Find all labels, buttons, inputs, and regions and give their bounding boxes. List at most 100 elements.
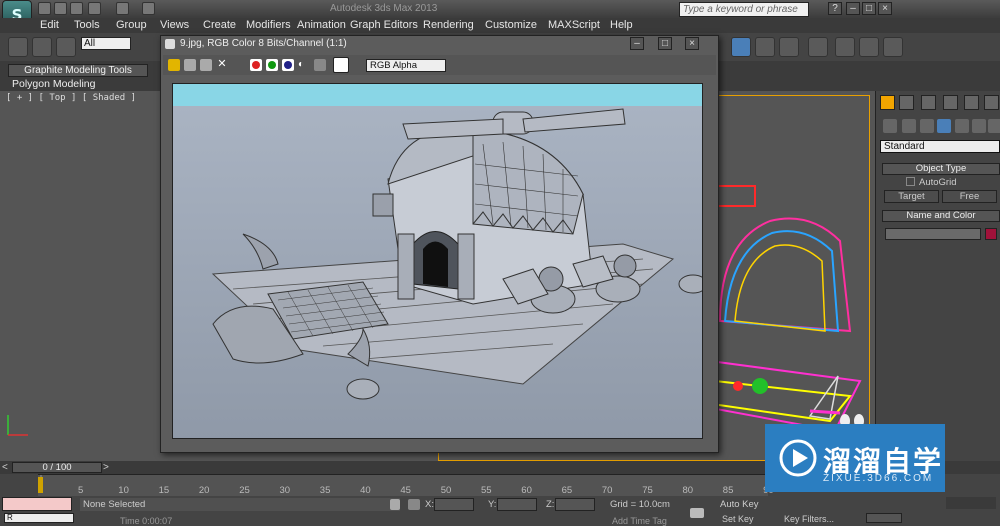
monochrome-toggle[interactable] xyxy=(314,59,326,71)
autogrid-checkbox[interactable] xyxy=(906,177,915,186)
absolute-mode-icon[interactable] xyxy=(408,499,420,510)
frame-close-button[interactable]: × xyxy=(685,37,699,50)
unlink-icon[interactable] xyxy=(32,37,52,57)
render-setup-icon[interactable] xyxy=(835,37,855,57)
time-slider-cursor[interactable] xyxy=(38,477,43,493)
bind-space-warp-icon[interactable] xyxy=(56,37,76,57)
search-input[interactable]: Type a keyword or phrase xyxy=(679,2,809,17)
material-editor-icon[interactable] xyxy=(808,37,828,57)
save-image-icon[interactable] xyxy=(168,59,180,71)
blue-channel-toggle[interactable] xyxy=(282,59,294,71)
time-slider-prev-icon[interactable]: < xyxy=(2,462,8,473)
render-production-icon[interactable] xyxy=(883,37,903,57)
viewport-label[interactable]: [ + ] [ Top ] [ Shaded ] xyxy=(6,93,136,103)
time-slider-next-icon[interactable]: > xyxy=(103,462,109,473)
new-file-icon[interactable] xyxy=(38,2,51,15)
time-slider-frame-counter[interactable]: 0 / 100 xyxy=(12,462,102,473)
green-channel-toggle[interactable] xyxy=(266,59,278,71)
selection-lock-icon[interactable] xyxy=(390,499,400,510)
menu-edit[interactable]: Edit xyxy=(40,18,59,33)
systems-icon[interactable] xyxy=(988,119,1000,133)
display-tab-icon[interactable] xyxy=(964,95,979,110)
lights-icon[interactable] xyxy=(920,119,934,133)
modify-tab-icon[interactable] xyxy=(899,95,914,110)
frame-window-title-bar: 9.jpg, RGB Color 8 Bits/Channel (1:1) – … xyxy=(163,37,716,51)
menu-help[interactable]: Help xyxy=(610,18,633,33)
create-tab-icon[interactable] xyxy=(880,95,895,110)
shapes-icon[interactable] xyxy=(902,119,916,133)
close-button[interactable]: × xyxy=(878,2,892,15)
open-file-icon[interactable] xyxy=(54,2,67,15)
schematic-view-icon[interactable] xyxy=(779,37,799,57)
track-bar-tick-label: 80 xyxy=(682,485,694,496)
maxscript-listener[interactable] xyxy=(2,497,72,511)
track-bar-tick-label: 25 xyxy=(239,485,250,496)
track-bar-tick-label: 85 xyxy=(722,485,734,496)
auto-key-button[interactable]: Auto Key xyxy=(720,499,759,510)
ribbon-tab-graphite[interactable]: Graphite Modeling Tools xyxy=(8,64,148,77)
geometry-icon[interactable] xyxy=(883,119,897,133)
minimize-button[interactable]: – xyxy=(846,2,860,15)
menu-modifiers[interactable]: Modifiers xyxy=(246,18,291,33)
redo-icon[interactable] xyxy=(116,2,129,15)
current-frame-field[interactable] xyxy=(866,513,902,523)
free-camera-button[interactable]: Free xyxy=(942,190,997,203)
hierarchy-tab-icon[interactable] xyxy=(921,95,936,110)
helpers-icon[interactable] xyxy=(955,119,969,133)
motion-tab-icon[interactable] xyxy=(943,95,958,110)
help-search-icon[interactable]: ? xyxy=(828,2,842,15)
x-coord-label: X: xyxy=(425,499,434,510)
utilities-tab-icon[interactable] xyxy=(984,95,999,110)
track-bar-tick-label: 20 xyxy=(198,485,210,496)
maximize-button[interactable]: □ xyxy=(862,2,876,15)
name-color-rollout[interactable]: Name and Color xyxy=(882,210,1000,222)
track-bar-tick-label: 50 xyxy=(440,485,452,496)
background-color-swatch[interactable] xyxy=(333,57,349,73)
object-category-dropdown[interactable]: Standard xyxy=(880,140,1000,153)
object-type-rollout[interactable]: Object Type xyxy=(882,163,1000,175)
track-bar-tick-label: 70 xyxy=(601,485,613,496)
menu-customize[interactable]: Customize xyxy=(485,18,537,33)
print-image-icon[interactable] xyxy=(200,59,212,71)
y-coord-label: Y: xyxy=(488,499,497,510)
z-coord-label: Z: xyxy=(546,499,555,510)
channel-display-dropdown[interactable]: RGB Alpha xyxy=(366,59,446,72)
object-name-field[interactable] xyxy=(885,228,981,240)
polygon-modeling-panel[interactable]: Polygon Modeling xyxy=(12,78,95,90)
rendered-frame-window-icon[interactable] xyxy=(859,37,879,57)
track-bar-tick-label: 15 xyxy=(158,485,170,496)
maxscript-mini-field[interactable]: R xyxy=(4,513,74,523)
menu-animation[interactable]: Animation xyxy=(297,18,346,33)
curve-editor-icon[interactable] xyxy=(755,37,775,57)
clone-window-icon[interactable] xyxy=(184,59,196,71)
y-coord-field[interactable] xyxy=(497,498,537,511)
undo-icon[interactable] xyxy=(88,2,101,15)
frame-maximize-button[interactable]: □ xyxy=(658,37,672,50)
target-camera-button[interactable]: Target xyxy=(884,190,939,203)
x-coord-field[interactable] xyxy=(434,498,474,511)
select-link-icon[interactable] xyxy=(8,37,28,57)
alpha-channel-toggle[interactable]: ◐ xyxy=(298,59,310,71)
cameras-icon[interactable] xyxy=(937,119,951,133)
save-file-icon[interactable] xyxy=(70,2,83,15)
selection-filter-dropdown[interactable]: All xyxy=(81,37,131,50)
menu-graph-editors[interactable]: Graph Editors xyxy=(350,18,418,33)
frame-minimize-button[interactable]: – xyxy=(630,37,644,50)
menu-rendering[interactable]: Rendering xyxy=(423,18,474,33)
red-channel-toggle[interactable] xyxy=(250,59,262,71)
menu-tools[interactable]: Tools xyxy=(74,18,100,33)
manage-layers-icon[interactable] xyxy=(731,37,751,57)
viewport-nav-controls[interactable] xyxy=(946,497,996,509)
clear-icon[interactable]: ✕ xyxy=(216,59,228,71)
z-coord-field[interactable] xyxy=(555,498,595,511)
menu-maxscript[interactable]: MAXScript xyxy=(548,18,600,33)
menu-create[interactable]: Create xyxy=(203,18,236,33)
menu-group[interactable]: Group xyxy=(116,18,147,33)
project-folder-icon[interactable] xyxy=(142,2,155,15)
space-warps-icon[interactable] xyxy=(972,119,986,133)
selection-status: None Selected xyxy=(80,498,400,511)
menu-views[interactable]: Views xyxy=(160,18,189,33)
add-time-tag[interactable]: Add Time Tag xyxy=(612,516,667,526)
object-color-swatch[interactable] xyxy=(985,228,997,240)
key-icon[interactable] xyxy=(690,508,704,518)
